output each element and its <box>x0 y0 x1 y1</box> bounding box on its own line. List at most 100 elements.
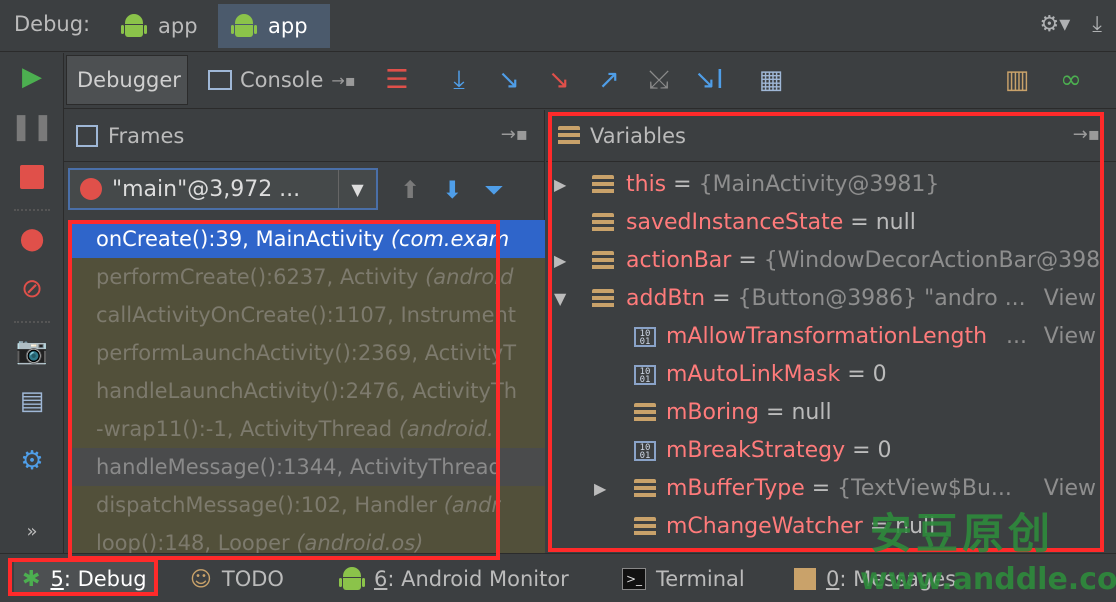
step-over-icon[interactable]: ⤓ <box>442 63 476 97</box>
run-to-cursor-icon[interactable]: ↘I <box>692 63 726 97</box>
variables-tree: ▶ this = {MainActivity@3981} savedInstan… <box>546 166 1116 546</box>
frame-row[interactable]: handleLaunchActivity():2476, ActivityTh <box>68 372 545 410</box>
variable-row[interactable]: 10 01 mAllowTransformationLength ... View <box>546 318 1116 356</box>
restore-layout-icon[interactable]: ▤ <box>14 383 50 419</box>
field-icon <box>592 213 614 233</box>
debug-subtabs-toolbar: Debugger Console →▪ ☰ ⤓ ↘ ↘ ↗ ⤩ ↘I ▦ ▥ ∞ <box>64 53 1116 109</box>
thread-selector-value: "main"@3,972 ... <box>112 176 301 202</box>
view-link[interactable]: View <box>1044 280 1096 318</box>
run-config-tab-label: app <box>268 14 308 38</box>
frame-row[interactable]: dispatchMessage():102, Handler (andr <box>68 486 545 524</box>
android-icon <box>121 13 147 39</box>
pin-tab-icon[interactable]: →▪ <box>331 71 355 90</box>
primitive-icon: 10 01 <box>634 441 656 461</box>
terminal-icon: >_ <box>622 568 646 590</box>
field-icon <box>592 289 614 309</box>
field-icon <box>634 479 656 499</box>
debug-side-toolbar: ▶ ❚❚ ⬤ ⊘ 📷 ▤ ⚙ » <box>0 53 64 553</box>
frames-title: Frames <box>108 123 185 148</box>
tool-window-android-monitor[interactable]: 6: Android Monitor <box>339 562 569 596</box>
run-config-tab-app-2[interactable]: app <box>218 4 330 48</box>
watermark-logo: 安豆原创 <box>870 509 1055 558</box>
variable-row[interactable]: ▶ this = {MainActivity@3981} <box>546 166 1116 204</box>
filter-icon[interactable]: ⏷ <box>484 176 503 204</box>
frame-row[interactable]: callActivityOnCreate():1107, Instrument <box>68 296 545 334</box>
tab-debugger-label: Debugger <box>77 68 181 92</box>
console-icon <box>208 70 232 90</box>
expand-arrow-icon[interactable]: ▶ <box>554 242 566 280</box>
field-icon <box>592 251 614 271</box>
tab-debugger[interactable]: Debugger <box>66 55 188 105</box>
debug-label: Debug: <box>14 12 91 36</box>
variables-header: Variables <box>546 110 1116 162</box>
step-into-icon[interactable]: ↘ <box>492 63 526 97</box>
drop-frame-icon[interactable]: ⤩ <box>642 63 676 97</box>
frame-row[interactable]: performCreate():6237, Activity (android <box>68 258 545 296</box>
settings-gear-icon[interactable]: ⚙▾ <box>1040 12 1071 37</box>
force-step-into-icon[interactable]: ↘ <box>542 63 576 97</box>
frames-list: onCreate():39, MainActivity (com.exam pe… <box>68 220 545 553</box>
run-config-tab-label: app <box>158 14 198 38</box>
primitive-icon: 10 01 <box>634 327 656 347</box>
settings-icon[interactable]: ⚙ <box>14 443 50 479</box>
frame-row[interactable]: loop():148, Looper (android.os) <box>68 524 545 553</box>
run-config-tab-app-1[interactable]: app <box>108 4 218 48</box>
variable-row[interactable]: 10 01 mBreakStrategy = 0 <box>546 432 1116 470</box>
tab-console-label: Console <box>240 68 324 92</box>
todo-icon: ☺ <box>190 567 212 591</box>
chevron-down-icon[interactable]: ▼ <box>338 170 376 208</box>
frames-icon <box>76 124 98 147</box>
view-breakpoints-icon[interactable]: ⬤ <box>14 221 50 257</box>
hide-panel-icon[interactable]: ⤓ <box>1092 12 1102 37</box>
frames-pin-icon[interactable]: →▪ <box>501 124 528 145</box>
bug-icon: ✱ <box>22 566 41 592</box>
messages-icon <box>794 568 816 590</box>
primitive-icon: 10 01 <box>634 365 656 385</box>
expand-arrow-icon[interactable]: ▶ <box>594 470 606 508</box>
restore-layout-toolbar-icon[interactable]: ▥ <box>1000 63 1034 97</box>
variables-panel: Variables →▪ ▶ this = {MainActivity@3981… <box>546 110 1116 553</box>
frames-panel: Frames →▪ "main"@3,972 ... ▼ ⬆ ⬇ ⏷ onCre… <box>64 110 545 553</box>
thread-selector[interactable]: "main"@3,972 ... ▼ <box>68 168 378 210</box>
previous-frame-icon[interactable]: ⬆ <box>400 176 420 204</box>
mute-breakpoints-icon[interactable]: ⊘ <box>14 271 50 307</box>
frame-row[interactable]: -wrap11():-1, ActivityThread (android. <box>68 410 545 448</box>
variable-row[interactable]: ▶ actionBar = {WindowDecorActionBar@398 <box>546 242 1116 280</box>
android-icon <box>231 13 257 39</box>
variable-row[interactable]: 10 01 mAutoLinkMask = 0 <box>546 356 1116 394</box>
step-out-icon[interactable]: ↗ <box>592 63 626 97</box>
evaluate-expression-icon[interactable]: ▦ <box>754 63 788 97</box>
variables-icon <box>558 125 580 146</box>
field-icon <box>592 175 614 195</box>
variable-row[interactable]: ▼ addBtn = {Button@3986} "andro ... View <box>546 280 1116 318</box>
tool-window-todo[interactable]: ☺ TODO <box>190 562 284 596</box>
frames-header: Frames <box>64 110 544 162</box>
tool-window-terminal[interactable]: >_ Terminal <box>622 562 745 596</box>
variables-pin-icon[interactable]: →▪ <box>1073 124 1100 145</box>
pause-program-icon[interactable]: ❚❚ <box>10 109 54 145</box>
thread-suspended-icon <box>80 178 102 200</box>
expand-arrow-icon[interactable]: ▶ <box>554 166 566 204</box>
view-link[interactable]: View <box>1044 318 1096 356</box>
tool-window-debug[interactable]: ✱ 5: Debug <box>14 562 155 596</box>
debug-main-area: Debugger Console →▪ ☰ ⤓ ↘ ↘ ↗ ⤩ ↘I ▦ ▥ ∞… <box>64 53 1116 553</box>
overhead-icon[interactable]: ∞ <box>1054 63 1088 97</box>
resume-program-icon[interactable]: ▶ <box>14 59 50 95</box>
watermark-url: www.anddle.com <box>860 562 1116 597</box>
show-execution-point-icon[interactable]: ☰ <box>380 63 414 97</box>
expand-more-icon[interactable]: » <box>14 513 50 549</box>
variable-row[interactable]: mBoring = null <box>546 394 1116 432</box>
tab-console[interactable]: Console →▪ <box>198 55 368 105</box>
get-thread-dump-icon[interactable]: 📷 <box>14 333 50 369</box>
frame-row[interactable]: onCreate():39, MainActivity (com.exam <box>68 220 545 258</box>
variable-row[interactable]: savedInstanceState = null <box>546 204 1116 242</box>
field-icon <box>634 403 656 423</box>
android-icon <box>339 566 365 592</box>
collapse-arrow-icon[interactable]: ▼ <box>554 280 566 318</box>
stop-icon[interactable] <box>14 159 50 195</box>
frame-row[interactable]: performLaunchActivity():2369, ActivityT <box>68 334 545 372</box>
field-icon <box>634 517 656 537</box>
frame-row[interactable]: handleMessage():1344, ActivityThread <box>68 448 545 486</box>
variables-title: Variables <box>590 123 686 148</box>
next-frame-icon[interactable]: ⬇ <box>442 176 462 204</box>
